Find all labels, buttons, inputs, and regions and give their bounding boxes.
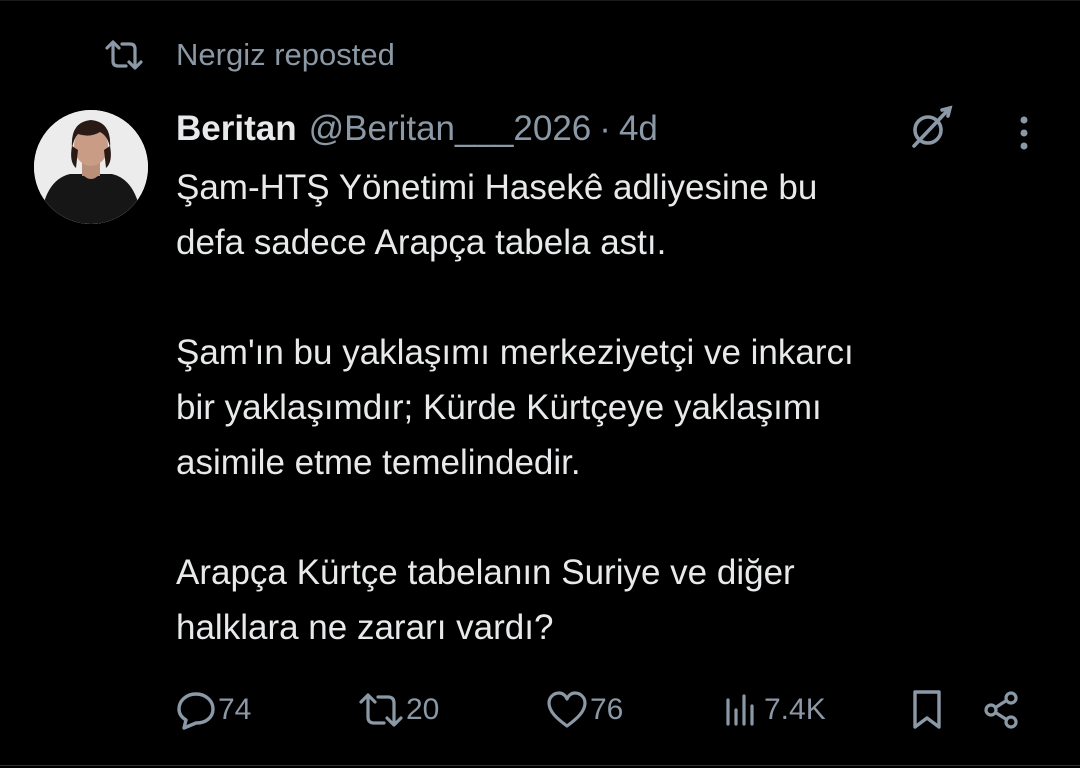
tweet-paragraph: Arapça Kürtçe tabelanın Suriye ve diğer … (176, 553, 795, 647)
analytics-icon (722, 692, 762, 728)
share-icon (982, 690, 1022, 730)
author-handle[interactable]: @Beritan___2026 (309, 109, 592, 149)
heart-icon (546, 691, 588, 729)
tweet-timestamp[interactable]: 4d (619, 109, 658, 149)
like-count: 76 (590, 693, 624, 726)
reply-count: 74 (218, 693, 252, 726)
bookmark-icon (910, 689, 944, 731)
bookmark-button[interactable] (910, 682, 944, 738)
views-button[interactable]: 7.4K (722, 682, 826, 738)
repost-label: Nergiz reposted (176, 37, 395, 72)
action-bar: 74 20 76 7.4K (176, 682, 1036, 738)
tweet-text: Şam-HTŞ Yönetimi Hasekê adliyesine bu de… (176, 160, 1056, 655)
more-options-icon[interactable] (1004, 110, 1044, 156)
separator-dot: · (599, 109, 611, 148)
reply-icon (176, 690, 216, 730)
reply-button[interactable]: 74 (176, 682, 251, 738)
tweet-header: Beritan @Beritan___2026 · 4d (176, 106, 658, 152)
repost-icon (104, 37, 148, 73)
repost-icon (358, 692, 404, 728)
tweet-paragraph: Şam'ın bu yaklaşımı merkeziyetçi ve inka… (176, 333, 854, 482)
bottom-divider (0, 765, 1080, 766)
top-divider (0, 0, 1080, 1)
author-name[interactable]: Beritan (176, 109, 297, 149)
share-button[interactable] (982, 682, 1022, 738)
repost-context[interactable]: Nergiz reposted (104, 34, 395, 76)
repost-count: 20 (406, 693, 440, 726)
grok-icon[interactable] (902, 100, 958, 156)
tweet-paragraph: Şam-HTŞ Yönetimi Hasekê adliyesine bu de… (176, 168, 818, 262)
views-count: 7.4K (764, 693, 826, 726)
repost-button[interactable]: 20 (358, 682, 439, 738)
avatar[interactable] (34, 110, 148, 224)
like-button[interactable]: 76 (546, 682, 623, 738)
